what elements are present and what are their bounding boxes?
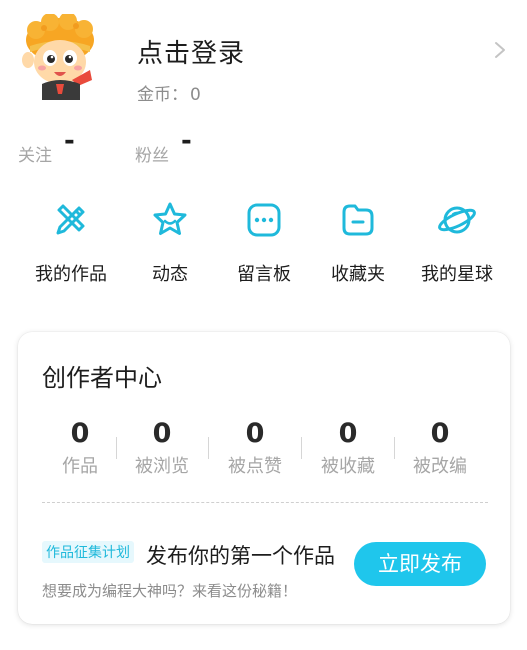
divider	[394, 437, 395, 459]
menu-item-activity[interactable]: 动态	[122, 200, 218, 286]
menu-item-my-works[interactable]: 我的作品	[23, 200, 119, 286]
metric-favorites[interactable]: 0 被收藏	[308, 418, 388, 478]
follow-label[interactable]: 关注	[18, 141, 52, 166]
menu-label: 留言板	[237, 264, 291, 285]
dashed-divider	[42, 502, 488, 503]
campaign-tag[interactable]: 作品征集计划	[42, 541, 134, 563]
metric-label: 作品	[62, 456, 98, 477]
message-icon	[247, 203, 281, 237]
coins-info: 金币： 0	[137, 80, 201, 105]
metric-value: 0	[338, 418, 358, 449]
menu-label: 我的星球	[421, 264, 493, 285]
chevron-right-icon[interactable]	[493, 40, 507, 60]
menu-item-my-planet[interactable]: 我的星球	[409, 200, 505, 286]
menu-label: 我的作品	[35, 264, 107, 285]
divider	[301, 437, 302, 459]
menu-item-favorites[interactable]: 收藏夹	[310, 200, 406, 286]
quick-menu: 我的作品 动态 留言板 收藏夹 我的星球	[0, 200, 527, 290]
metric-label: 被点赞	[228, 456, 282, 477]
coins-label: 金币：	[137, 85, 188, 105]
menu-label: 动态	[152, 264, 188, 285]
folder-icon	[342, 204, 374, 236]
promo-title: 发布你的第一个作品	[146, 544, 335, 568]
menu-label: 收藏夹	[331, 264, 385, 285]
metric-likes[interactable]: 0 被点赞	[215, 418, 295, 478]
creator-center-card: 创作者中心 0 作品 0 被浏览 0 被点赞 0 被收藏 0 被改编 作品征集计…	[18, 332, 510, 624]
metric-label: 被收藏	[321, 456, 375, 477]
metric-works[interactable]: 0 作品	[40, 418, 120, 478]
pencil-icon	[56, 204, 85, 235]
metric-label: 被浏览	[135, 456, 189, 477]
coins-value: 0	[190, 85, 201, 105]
metric-label: 被改编	[413, 456, 467, 477]
card-title: 创作者中心	[42, 364, 162, 392]
fans-label[interactable]: 粉丝	[135, 141, 169, 166]
divider	[208, 437, 209, 459]
metric-value: 0	[70, 418, 90, 449]
promo-subtitle[interactable]: 想要成为编程大神吗？来看这份秘籍！	[42, 580, 297, 601]
follow-value[interactable]: -	[64, 126, 75, 156]
avatar[interactable]	[22, 12, 98, 100]
star-icon	[153, 202, 187, 235]
metric-value: 0	[430, 418, 450, 449]
fans-value[interactable]: -	[181, 126, 192, 156]
planet-icon	[438, 206, 476, 234]
monkey-avatar-icon	[22, 12, 94, 100]
publish-button[interactable]: 立即发布	[354, 542, 486, 586]
metric-views[interactable]: 0 被浏览	[122, 418, 202, 478]
login-title[interactable]: 点击登录	[137, 33, 245, 70]
divider	[116, 437, 117, 459]
menu-item-message-board[interactable]: 留言板	[216, 200, 312, 286]
metric-value: 0	[245, 418, 265, 449]
metric-value: 0	[152, 418, 172, 449]
metric-remixes[interactable]: 0 被改编	[400, 418, 480, 478]
